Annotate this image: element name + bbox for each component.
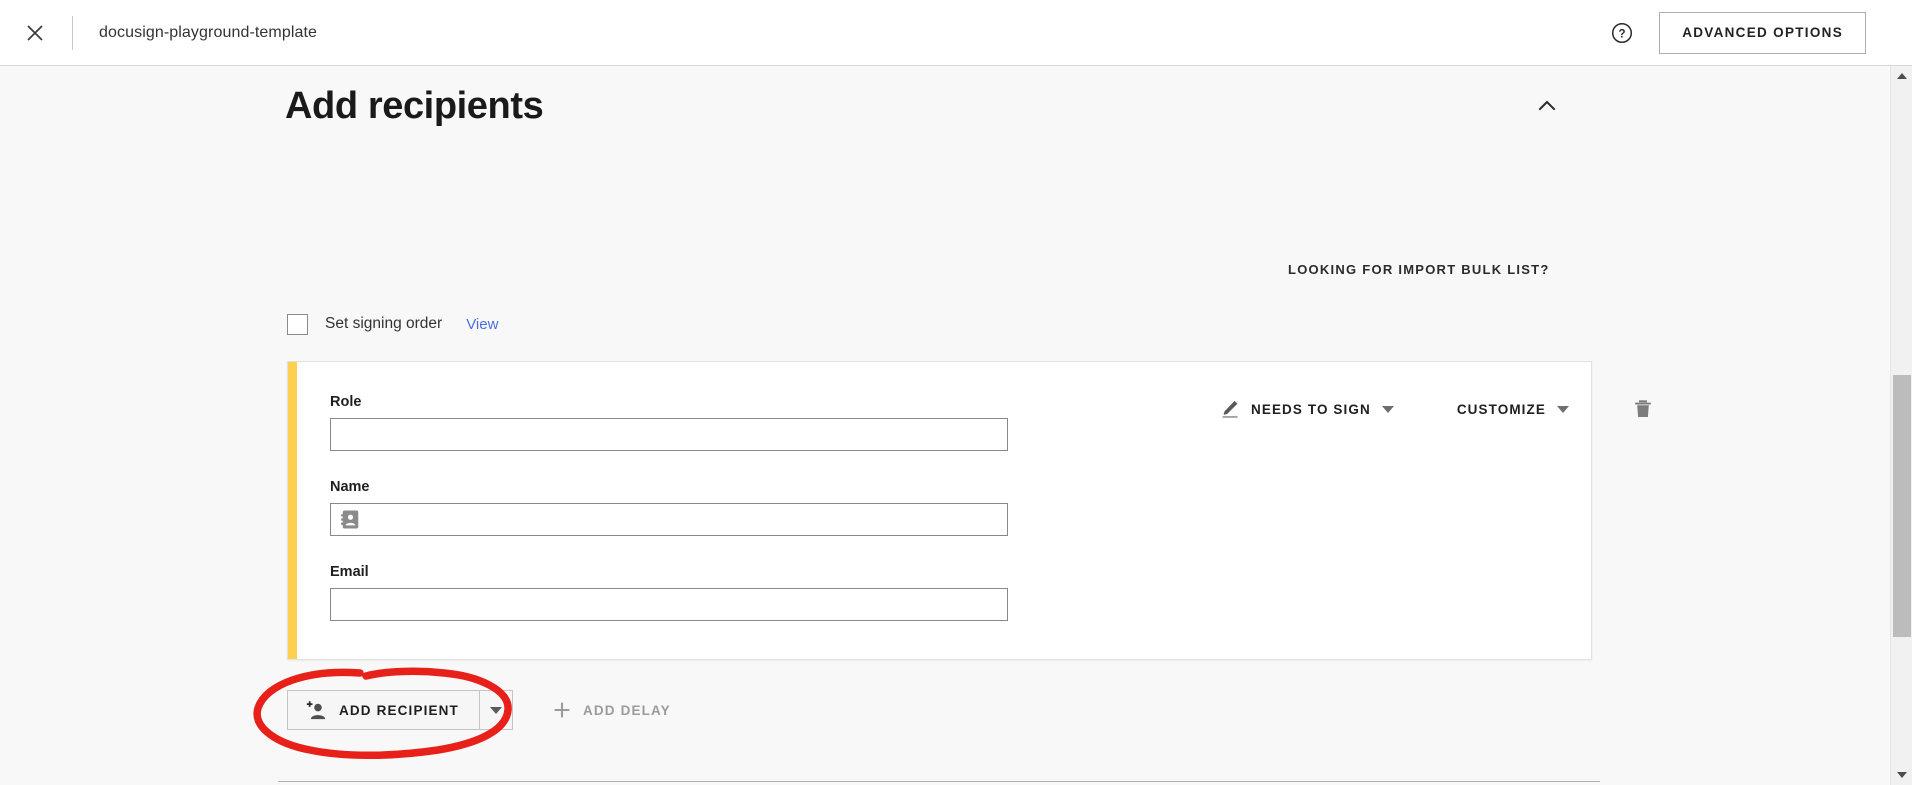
name-field-group: Name [330, 479, 1030, 536]
email-label: Email [330, 564, 369, 580]
add-recipient-button[interactable]: ADD RECIPIENT [287, 690, 480, 730]
add-recipient-label: ADD RECIPIENT [339, 702, 459, 718]
vertical-scrollbar[interactable] [1890, 66, 1912, 785]
help-button[interactable]: ? [1609, 20, 1635, 46]
email-field-group: Email [330, 564, 1030, 621]
scroll-down-icon [1897, 772, 1907, 778]
recipient-accent-bar [288, 362, 297, 659]
section-bottom-divider [278, 781, 1600, 782]
page-title: Add recipients [285, 85, 544, 127]
recipient-card: Role Name Email NEEDS TO SIGN CUSTOMIZE [287, 361, 1651, 660]
trash-icon [1635, 400, 1651, 417]
name-label: Name [330, 479, 370, 495]
view-signing-order-link[interactable]: View [466, 316, 498, 333]
scroll-up-button[interactable] [1891, 66, 1912, 86]
recipient-controls: NEEDS TO SIGN CUSTOMIZE [928, 389, 1651, 429]
name-input[interactable] [330, 503, 1008, 536]
scrollbar-corner [1890, 0, 1912, 66]
recipient-action-label: NEEDS TO SIGN [1251, 401, 1371, 417]
close-icon [27, 24, 43, 41]
pen-signature-icon [1222, 400, 1238, 418]
svg-text:?: ? [1619, 28, 1626, 40]
help-circle-icon: ? [1612, 22, 1633, 43]
add-delay-button[interactable]: ADD DELAY [553, 701, 671, 719]
import-bulk-list-link[interactable]: LOOKING FOR IMPORT BULK LIST? [1288, 262, 1550, 277]
role-label: Role [330, 394, 362, 410]
top-header-bar: docusign-playground-template ? ADVANCED … [0, 0, 1890, 66]
chevron-up-icon [1538, 100, 1556, 111]
chevron-down-icon [1381, 405, 1394, 413]
recipient-fields: Role Name Email [330, 394, 1030, 621]
signing-order-row: Set signing order View [287, 311, 498, 337]
set-signing-order-label: Set signing order [325, 315, 443, 332]
role-input[interactable] [330, 418, 1008, 451]
add-delay-label: ADD DELAY [582, 702, 671, 718]
scroll-up-icon [1897, 73, 1907, 79]
customize-label: CUSTOMIZE [1456, 401, 1546, 417]
plus-icon [554, 702, 570, 718]
chevron-down-icon [1556, 405, 1569, 413]
recipient-action-dropdown[interactable]: NEEDS TO SIGN [1220, 399, 1394, 419]
person-plus-icon [306, 700, 326, 719]
header-divider [72, 15, 73, 50]
contact-card-icon[interactable] [340, 509, 361, 530]
name-input-wrapper [330, 503, 1008, 536]
caret-down-icon [489, 706, 502, 714]
email-input[interactable] [330, 588, 1008, 621]
close-button[interactable] [18, 16, 52, 50]
main-content-area: Add recipients LOOKING FOR IMPORT BULK L… [0, 66, 1890, 785]
set-signing-order-checkbox[interactable] [287, 313, 308, 335]
document-title: docusign-playground-template [99, 23, 318, 41]
role-field-group: Role [330, 394, 1030, 451]
delete-recipient-button[interactable] [1632, 396, 1654, 422]
collapse-section-button[interactable] [1529, 88, 1565, 124]
add-recipient-dropdown-button[interactable] [479, 690, 513, 730]
scrollbar-thumb[interactable] [1893, 375, 1911, 637]
customize-dropdown[interactable]: CUSTOMIZE [1457, 402, 1569, 417]
advanced-options-button[interactable]: ADVANCED OPTIONS [1659, 11, 1866, 54]
recipient-actions-row: ADD RECIPIENT ADD DELAY [287, 690, 671, 730]
scroll-down-button[interactable] [1891, 765, 1912, 785]
